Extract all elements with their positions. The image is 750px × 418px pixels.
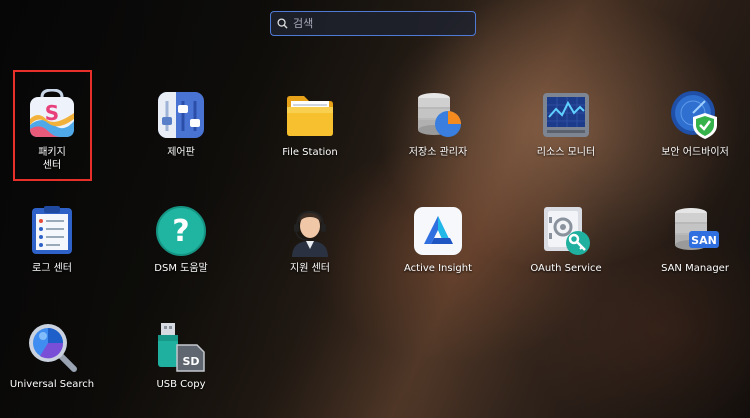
app-label: Universal Search <box>9 379 95 390</box>
san-badge: SAN <box>691 234 717 247</box>
app-resource-monitor[interactable]: 리소스 모니터 <box>506 89 626 159</box>
clipboard-list-icon <box>32 206 72 254</box>
package-icon: S <box>30 89 74 137</box>
app-control-panel[interactable]: 제어판 <box>121 89 241 159</box>
app-label: 저장소 관리자 <box>408 147 468 158</box>
app-active-insight[interactable]: Active Insight <box>378 205 498 275</box>
app-label: OAuth Service <box>530 263 602 274</box>
monitor-graph-icon <box>543 93 589 137</box>
app-universal-search[interactable]: Universal Search <box>0 321 112 391</box>
folder-icon <box>287 96 333 136</box>
app-support-center[interactable]: 지원 센터 <box>250 205 370 275</box>
shield-check-icon <box>671 91 717 139</box>
app-file-station[interactable]: File Station <box>250 89 370 159</box>
question-icon: ? <box>156 206 206 256</box>
app-label: 리소스 모니터 <box>536 147 596 158</box>
sliders-icon <box>158 92 204 138</box>
app-security-advisor[interactable]: 보안 어드바이저 <box>635 89 750 159</box>
app-label: 보안 어드바이저 <box>661 147 729 158</box>
app-label: 패키지 센터 <box>38 147 66 171</box>
sd-badge: SD <box>182 355 199 368</box>
app-usb-copy[interactable]: SD USB Copy <box>121 321 241 391</box>
app-label: File Station <box>282 147 338 158</box>
svg-text:S: S <box>45 101 59 125</box>
search-input[interactable] <box>293 17 475 30</box>
app-storage-manager[interactable]: 저장소 관리자 <box>378 89 498 159</box>
magnifier-icon <box>29 324 77 372</box>
svg-text:?: ? <box>172 214 189 249</box>
headset-person-icon <box>292 210 328 257</box>
database-pie-icon <box>418 93 461 137</box>
app-label: 로그 센터 <box>32 263 72 274</box>
app-label: SAN Manager <box>661 263 729 274</box>
active-insight-icon <box>414 207 462 255</box>
app-log-center[interactable]: 로그 센터 <box>0 205 112 275</box>
app-label: 제어판 <box>167 147 195 158</box>
app-label: 지원 센터 <box>290 263 330 274</box>
app-label: Active Insight <box>404 263 472 274</box>
app-dsm-help[interactable]: ? DSM 도움말 <box>121 205 241 275</box>
san-database-icon: SAN <box>675 208 719 250</box>
app-label: DSM 도움말 <box>154 263 208 274</box>
search-bar[interactable] <box>270 11 476 36</box>
app-package-center[interactable]: S 패키지 센터 <box>0 89 112 172</box>
search-icon <box>271 18 293 29</box>
app-label: USB Copy <box>156 379 206 390</box>
app-san-manager[interactable]: SAN SAN Manager <box>635 205 750 275</box>
app-oauth-service[interactable]: OAuth Service <box>506 205 626 275</box>
usb-sd-icon: SD <box>158 323 205 372</box>
safe-key-icon <box>544 207 590 255</box>
